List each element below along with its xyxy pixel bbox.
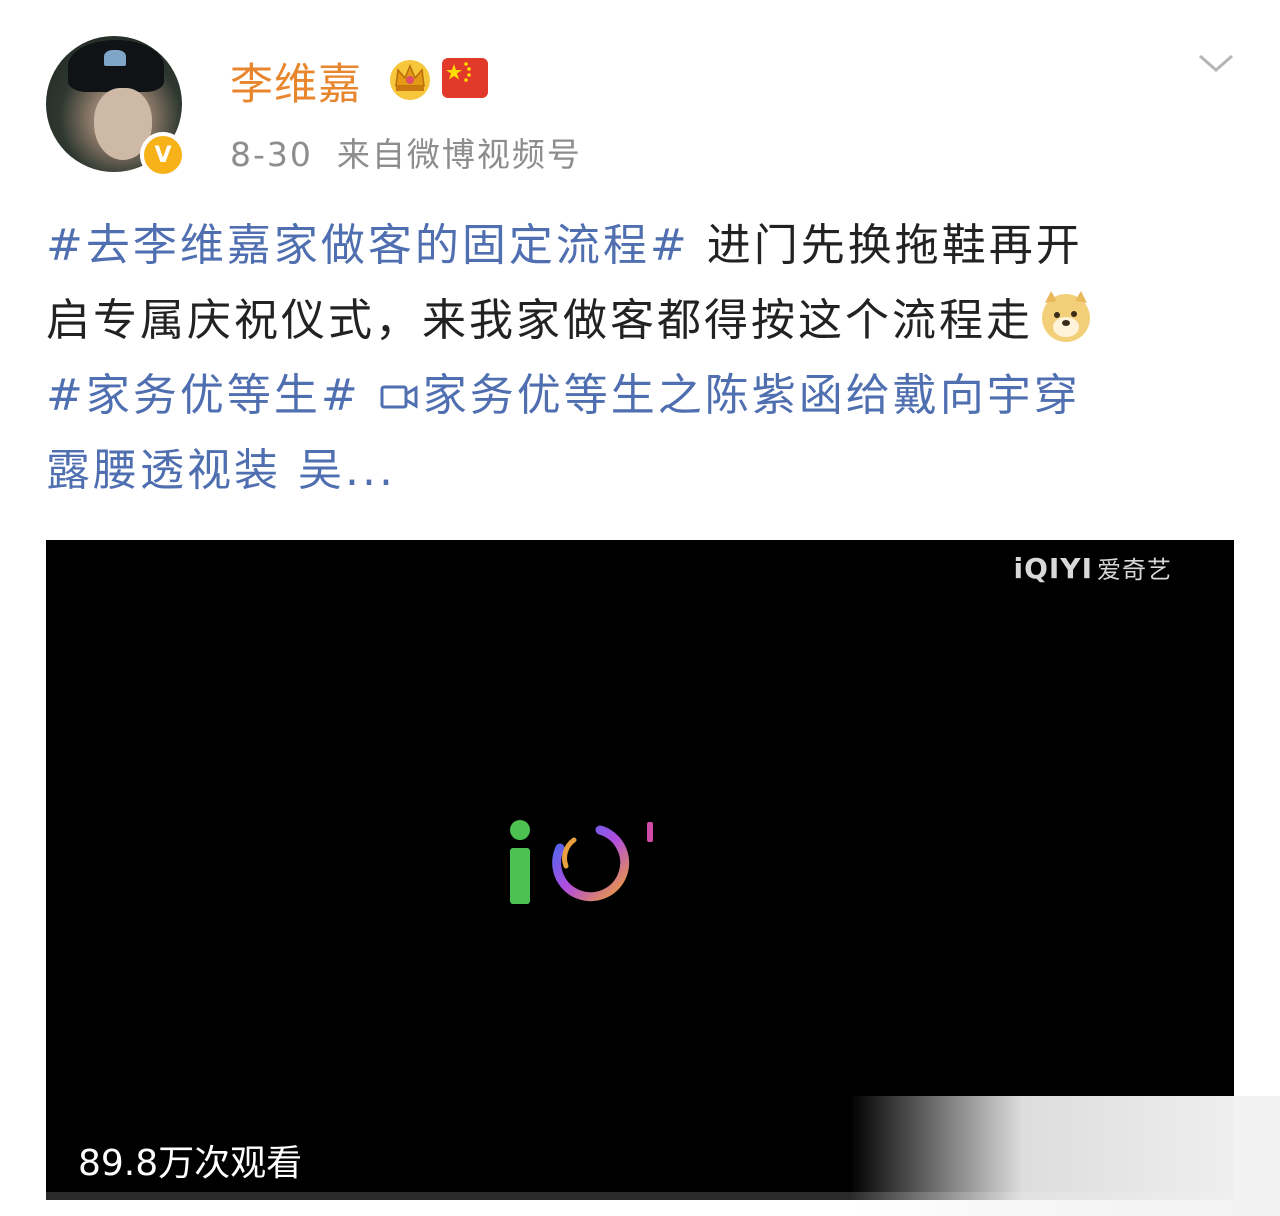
post-text: 启专属庆祝仪式，来我家做客都得按这个流程走 [46,295,1033,346]
post-line-2: 启专属庆祝仪式，来我家做客都得按这个流程走 [46,283,1246,358]
post-line-3: #家务优等生# 家务优等生之陈紫函给戴向宇穿 [46,358,1246,433]
doge-emoji-icon [1042,291,1090,342]
watermark-latin: iQIYI [1013,552,1093,585]
avatar-hat [68,40,164,92]
corner-fade [850,1096,1280,1216]
post-line-4: 露腰透视装 吴... [46,433,1246,508]
video-link[interactable]: 家务优等生之陈紫函给戴向宇穿 [423,370,1081,421]
post-date: 8-30 [230,135,313,174]
verified-badge-icon: V [140,132,186,178]
iqiyi-watermark: iQIYI 爱奇艺 [1013,550,1172,585]
hashtag-link[interactable]: #去李维嘉家做客的固定流程# [46,220,690,271]
weibo-post: V 李维嘉 8-30 来自微博视频号 #去李维嘉家做客的固定流程# 进门先换拖鞋再… [0,0,1280,1216]
chevron-down-icon[interactable] [1196,48,1236,78]
post-content: #去李维嘉家做客的固定流程# 进门先换拖鞋再开 启专属庆祝仪式，来我家做客都得按… [46,208,1246,508]
post-line-1: #去李维嘉家做客的固定流程# 进门先换拖鞋再开 [46,208,1246,283]
username[interactable]: 李维嘉 [230,50,362,112]
video-link[interactable]: 露腰透视装 吴... [46,445,396,496]
china-flag-icon [442,58,488,98]
iqiyi-loading-icon [510,820,653,904]
view-count: 89.8万次观看 [78,1143,303,1184]
avatar-hat-logo [104,50,126,66]
post-source[interactable]: 来自微博视频号 [337,135,582,174]
post-meta: 8-30 来自微博视频号 [230,128,582,176]
watermark-cn: 爱奇艺 [1097,556,1172,584]
post-text: 进门先换拖鞋再开 [689,220,1083,271]
crown-icon [390,60,430,100]
hashtag-link[interactable]: #家务优等生# [46,370,361,421]
video-link-icon [380,385,418,409]
